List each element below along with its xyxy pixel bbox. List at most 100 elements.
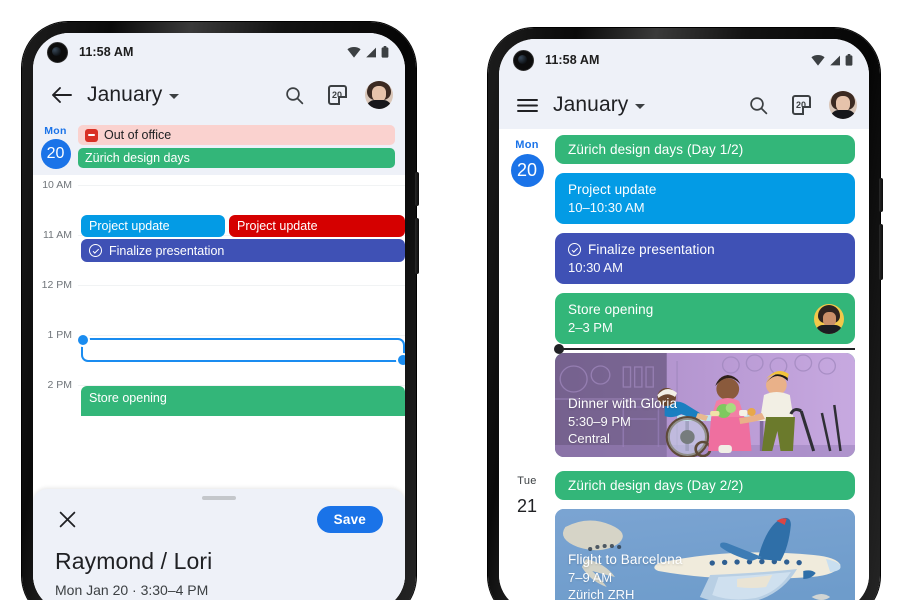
hour-label: 1 PM xyxy=(47,329,72,341)
day-group-tue-21: Tue 21 Zürich design days (Day 2/2) Flig… xyxy=(499,471,869,600)
day-number-badge: 20 xyxy=(510,154,544,187)
screenshot-stage: 11:58 AM January 20 Mon 20 Out of office… xyxy=(0,0,900,600)
event-time: 7–9 AM xyxy=(568,570,613,585)
list-item-finalize-presentation[interactable]: Finalize presentation 10:30 AM xyxy=(555,233,855,284)
save-button[interactable]: Save xyxy=(316,506,383,533)
front-camera-punchhole xyxy=(47,41,68,63)
day-of-week-label: Mon xyxy=(515,139,539,151)
event-title: Project update xyxy=(568,182,657,197)
list-item-zurich-design-days-day2[interactable]: Zürich design days (Day 2/2) xyxy=(555,471,855,500)
status-time: 11:58 AM xyxy=(79,45,134,59)
event-title: Finalize presentation xyxy=(588,242,715,257)
list-item-dinner-with-gloria[interactable]: Dinner with Gloria 5:30–9 PM Central xyxy=(555,353,855,457)
time-gutter: 10 AM 11 AM 12 PM 1 PM 2 PM xyxy=(33,175,78,471)
event-title: Store opening xyxy=(568,302,654,317)
hour-label: 2 PM xyxy=(47,379,72,391)
month-title-dropdown[interactable]: January xyxy=(87,83,180,107)
day-events: Zürich design days (Day 1/2) Project upd… xyxy=(555,135,855,457)
battery-icon xyxy=(845,54,853,66)
page-title: January xyxy=(87,83,163,106)
all-day-row: Mon 20 Out of office Zürich design days xyxy=(33,119,405,175)
guest-avatar xyxy=(814,303,844,334)
all-day-events: Out of office Zürich design days xyxy=(78,123,395,169)
event-title: Zürich design days xyxy=(85,151,190,165)
schedule-view: Mon 20 Zürich design days (Day 1/2) Proj… xyxy=(499,129,869,600)
sheet-drag-handle[interactable] xyxy=(202,496,236,500)
wifi-icon xyxy=(811,54,825,66)
event-title: Store opening xyxy=(89,391,167,405)
event-text-block: Flight to Barcelona 7–9 AM Zürich ZRH xyxy=(568,552,682,600)
event-title: Out of office xyxy=(104,128,172,142)
front-camera-punchhole xyxy=(513,49,534,71)
current-time-indicator xyxy=(554,344,855,354)
status-bar-left: 11:58 AM xyxy=(33,33,405,71)
list-item-store-opening[interactable]: Store opening 2–3 PM xyxy=(555,293,855,344)
event-text-block: Dinner with Gloria 5:30–9 PM Central xyxy=(568,396,677,446)
event-store-opening[interactable]: Store opening xyxy=(81,386,405,416)
list-item-zurich-design-days-day1[interactable]: Zürich design days (Day 1/2) xyxy=(555,135,855,164)
today-date-number: 20 xyxy=(795,100,806,110)
time-grid[interactable]: 10 AM 11 AM 12 PM 1 PM 2 PM Project upda… xyxy=(33,175,405,471)
event-title-field[interactable]: Raymond / Lori xyxy=(55,548,383,575)
event-time: 2–3 PM xyxy=(568,320,613,335)
event-location: Central xyxy=(568,431,610,446)
phone-device-left: 11:58 AM January 20 Mon 20 Out of office… xyxy=(22,22,419,600)
event-finalize-presentation[interactable]: Finalize presentation xyxy=(81,239,405,262)
hour-label: 11 AM xyxy=(43,229,72,241)
event-project-update-blue[interactable]: Project update xyxy=(81,215,225,237)
close-icon[interactable] xyxy=(55,508,79,532)
page-title: January xyxy=(553,93,629,116)
hamburger-menu-icon[interactable] xyxy=(512,90,542,120)
list-item-project-update[interactable]: Project update 10–10:30 AM xyxy=(555,173,855,224)
day-of-week-label: Mon xyxy=(44,125,67,137)
hour-gridline xyxy=(78,185,405,186)
wifi-icon xyxy=(347,46,361,58)
event-title: Zürich design days (Day 1/2) xyxy=(568,142,744,157)
battery-icon xyxy=(381,46,389,58)
status-icons xyxy=(347,46,389,58)
event-project-update-red[interactable]: Project update xyxy=(229,215,405,237)
day-header[interactable]: Mon 20 xyxy=(33,123,78,169)
day-number-badge: 21 xyxy=(516,496,538,516)
all-day-event-out-of-office[interactable]: Out of office xyxy=(78,125,395,145)
cell-signal-icon xyxy=(830,55,840,65)
back-arrow-icon[interactable] xyxy=(46,80,76,110)
sheet-toolbar: Save xyxy=(55,502,383,538)
new-event-drag-selection[interactable] xyxy=(78,335,405,365)
account-avatar[interactable] xyxy=(829,91,857,119)
search-icon[interactable] xyxy=(743,90,773,120)
task-check-icon xyxy=(568,243,581,256)
hour-gridline xyxy=(78,285,405,286)
caret-down-icon xyxy=(635,104,646,109)
day-header[interactable]: Mon 20 xyxy=(499,135,555,457)
cell-signal-icon xyxy=(366,47,376,57)
event-title: Zürich design days (Day 2/2) xyxy=(568,478,744,493)
list-item-flight-to-barcelona[interactable]: Flight to Barcelona 7–9 AM Zürich ZRH xyxy=(555,509,855,600)
day-of-week-label: Tue xyxy=(517,475,537,487)
today-calendar-icon[interactable]: 20 xyxy=(786,90,816,120)
hour-gridline xyxy=(78,335,405,336)
month-title-dropdown[interactable]: January xyxy=(553,93,646,117)
all-day-event-zurich-design-days[interactable]: Zürich design days xyxy=(78,148,395,168)
event-datetime-label[interactable]: Mon Jan 20 · 3:30–4 PM xyxy=(55,582,383,598)
account-avatar[interactable] xyxy=(365,81,393,109)
today-calendar-icon[interactable]: 20 xyxy=(322,80,352,110)
event-time: 10:30 AM xyxy=(568,260,623,275)
today-date-number: 20 xyxy=(331,90,342,100)
status-icons xyxy=(811,54,853,66)
selection-handle-start[interactable] xyxy=(78,335,88,345)
event-time: 5:30–9 PM xyxy=(568,414,631,429)
day-header[interactable]: Tue 21 xyxy=(499,471,555,600)
phone-device-right: 11:58 AM January 20 Mon 20 Zürich design… xyxy=(488,28,883,600)
event-title: Dinner with Gloria xyxy=(568,396,678,411)
search-icon[interactable] xyxy=(279,80,309,110)
event-location: Zürich ZRH xyxy=(568,587,635,600)
day-group-mon-20: Mon 20 Zürich design days (Day 1/2) Proj… xyxy=(499,135,869,457)
hour-label: 12 PM xyxy=(41,279,72,291)
screen-right: 11:58 AM January 20 Mon 20 Zürich design… xyxy=(499,39,869,600)
event-title: Flight to Barcelona xyxy=(568,552,683,567)
selection-handle-end[interactable] xyxy=(398,355,405,365)
screen-left: 11:58 AM January 20 Mon 20 Out of office… xyxy=(33,33,405,600)
task-check-icon xyxy=(89,244,102,257)
event-title: Finalize presentation xyxy=(109,243,225,258)
